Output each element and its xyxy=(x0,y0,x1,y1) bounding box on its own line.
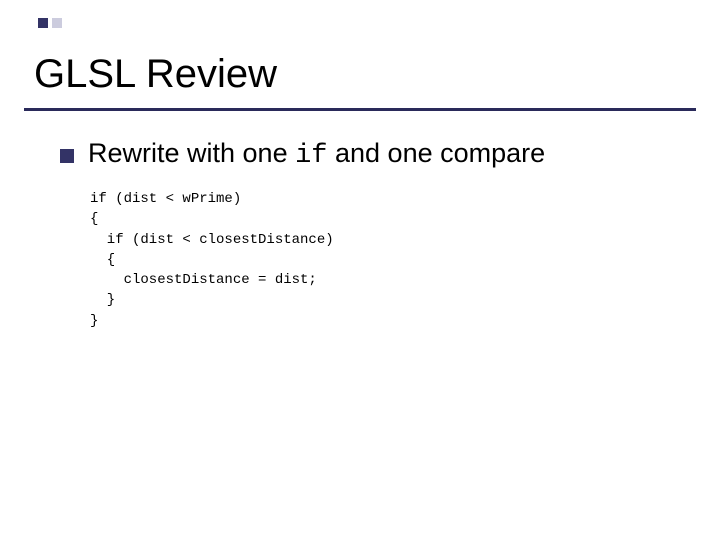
code-line: { xyxy=(90,252,115,268)
code-line: closestDistance = dist; xyxy=(90,272,317,288)
code-line: if (dist < wPrime) xyxy=(90,191,241,207)
bullet-item: Rewrite with one if and one compare xyxy=(60,138,680,171)
title-underline xyxy=(24,108,696,111)
square-icon xyxy=(38,18,48,28)
code-line: { xyxy=(90,211,98,227)
code-line: } xyxy=(90,292,115,308)
bullet-square-icon xyxy=(60,149,74,163)
bullet-text: Rewrite with one if and one compare xyxy=(88,138,545,171)
corner-decoration xyxy=(38,18,62,28)
slide: GLSL Review Rewrite with one if and one … xyxy=(0,0,720,540)
bullet-text-pre: Rewrite with one xyxy=(88,138,295,168)
inline-code: if xyxy=(295,141,327,171)
slide-body: Rewrite with one if and one compare if (… xyxy=(60,138,680,331)
code-line: } xyxy=(90,313,98,329)
bullet-text-post: and one compare xyxy=(328,138,546,168)
square-icon xyxy=(52,18,62,28)
code-block: if (dist < wPrime) { if (dist < closestD… xyxy=(90,189,680,331)
code-line: if (dist < closestDistance) xyxy=(90,232,334,248)
slide-title: GLSL Review xyxy=(34,52,277,97)
